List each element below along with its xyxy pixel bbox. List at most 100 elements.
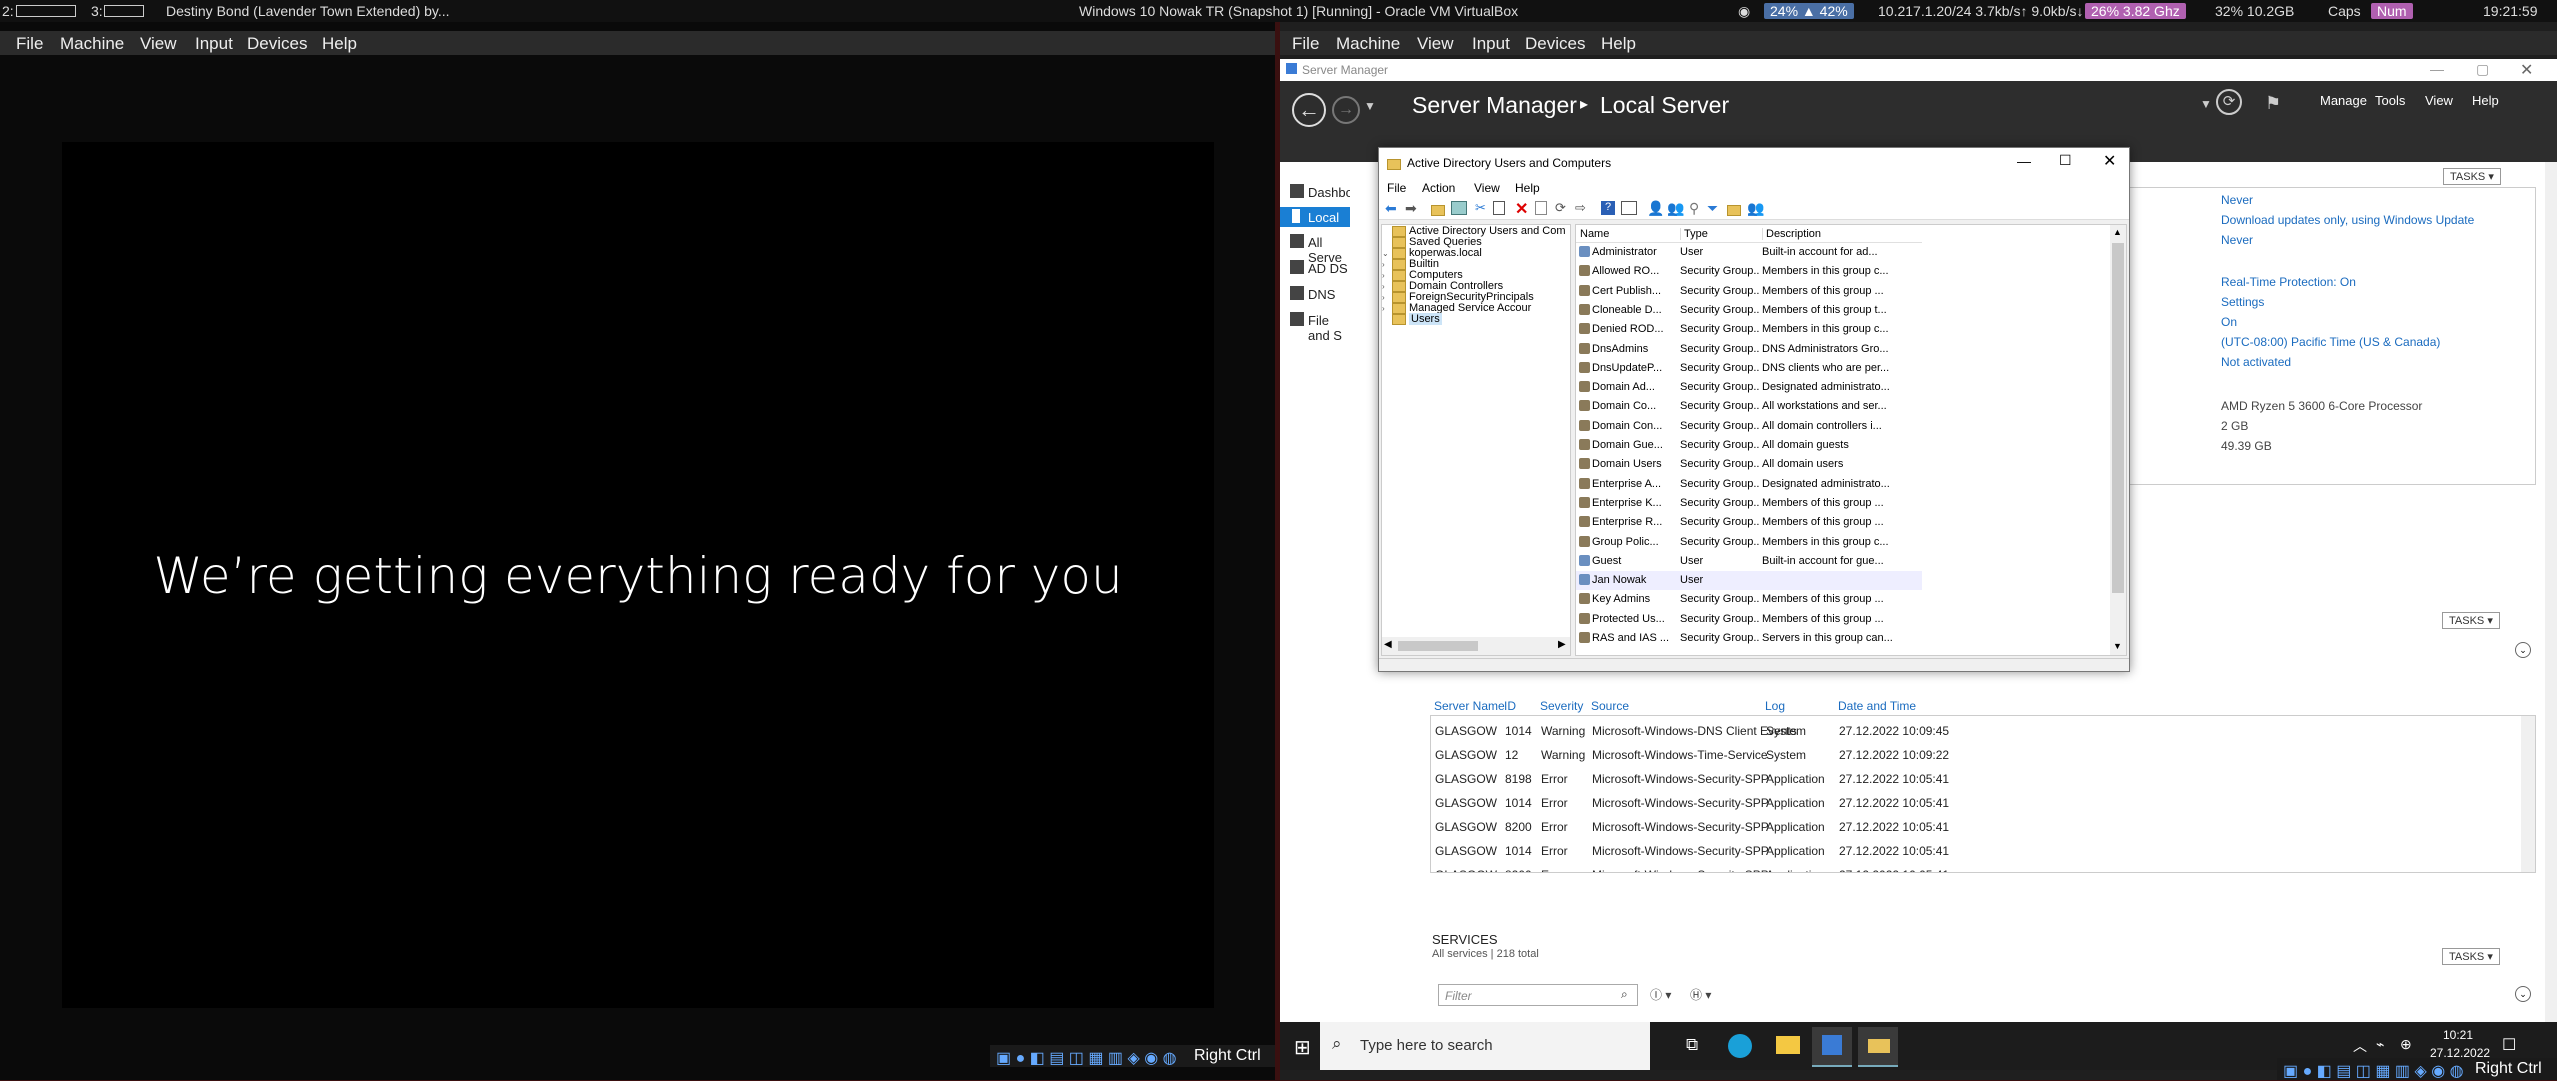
ad-list-row[interactable]: Protected Us... Security Group... Members … — [1576, 610, 1922, 629]
ad-list-row[interactable]: Enterprise A... Security Group... Designat… — [1576, 475, 1922, 494]
find-icon[interactable]: ⚲ — [1689, 200, 1699, 217]
ad-list-row[interactable]: Enterprise R... Security Group... Members … — [1576, 513, 1922, 532]
col-id[interactable]: ID — [1504, 699, 1516, 713]
ad-list-row[interactable]: Cloneable D... Security Group... Members o… — [1576, 301, 1922, 320]
property-link[interactable]: Not activated — [2221, 355, 2291, 369]
event-row[interactable]: GLASGOW 8198 Error Microsoft-Windows-Securi… — [1431, 768, 2519, 792]
tree-item[interactable]: › Domain Controllers — [1382, 280, 1570, 292]
menu-machine[interactable]: Machine — [1336, 34, 1400, 54]
event-row[interactable]: GLASGOW 1014 Error Microsoft-Windows-Securi… — [1431, 792, 2519, 816]
ad-close-icon[interactable]: ✕ — [2103, 151, 2116, 171]
properties-tasks-button[interactable]: TASKS ▾ — [2443, 168, 2501, 185]
menu-help[interactable]: Help — [2472, 93, 2499, 108]
event-row[interactable]: GLASGOW 8200 Error Microsoft-Windows-Securi… — [1431, 864, 2519, 872]
services-collapse-icon[interactable]: ⌄ — [2515, 986, 2531, 1002]
sidebar-item-dashboard[interactable]: Dashboa — [1280, 182, 1360, 202]
new-ou-icon[interactable] — [1727, 202, 1741, 220]
expand-arrow-icon[interactable]: › — [1382, 271, 1392, 280]
ad-list-row[interactable]: Domain Gue... Security Group... All domain… — [1576, 436, 1922, 455]
ad-list-row[interactable]: Cert Publish... Security Group... Members … — [1576, 282, 1922, 301]
tree-horizontal-scrollbar[interactable]: ◀ ▶ — [1382, 637, 1570, 655]
menu-machine[interactable]: Machine — [60, 34, 124, 54]
menu-devices[interactable]: Devices — [1525, 34, 1585, 54]
maximize-icon[interactable]: ▢ — [2476, 61, 2489, 78]
taskbar-time[interactable]: 10:21 — [2443, 1028, 2473, 1042]
back-arrow-icon[interactable]: ⬅ — [1385, 200, 1397, 217]
search-icon[interactable]: ⌕ — [1621, 987, 1628, 1002]
property-link[interactable]: (UTC-08:00) Pacific Time (US & Canada) — [2221, 335, 2440, 349]
refresh-dropdown-icon[interactable]: ▼ — [2200, 97, 2212, 111]
menu-tools[interactable]: Tools — [2375, 93, 2405, 108]
ad-list-row[interactable]: Enterprise K... Security Group... Members … — [1576, 494, 1922, 513]
event-row[interactable]: GLASGOW 1014 Error Microsoft-Windows-Securi… — [1431, 840, 2519, 864]
expand-arrow-icon[interactable]: › — [1382, 260, 1392, 269]
workspace-3[interactable]: 3: — [91, 3, 103, 19]
delegate-icon[interactable]: 👥 — [1747, 200, 1764, 217]
ad-menu-help[interactable]: Help — [1515, 181, 1540, 195]
sidebar-item-all-servers[interactable]: All Serve — [1280, 232, 1350, 265]
taskbar-ad-users[interactable] — [1858, 1027, 1898, 1067]
event-row[interactable]: GLASGOW 1014 Warning Microsoft-Windows-DNS … — [1431, 720, 2519, 744]
list-vertical-scrollbar[interactable]: ▲ ▼ — [2110, 225, 2126, 655]
events-scrollbar[interactable] — [2521, 716, 2535, 872]
event-row[interactable]: GLASGOW 12 Warning Microsoft-Windows-Time-S… — [1431, 744, 2519, 768]
file-explorer-icon[interactable] — [1776, 1036, 1800, 1054]
expand-arrow-icon[interactable]: › — [1382, 293, 1392, 302]
menu-file[interactable]: File — [1292, 34, 1319, 54]
col-server-name[interactable]: Server Name — [1434, 699, 1505, 713]
notifications-icon[interactable]: ☐ — [2502, 1035, 2516, 1055]
ad-menu-action[interactable]: Action — [1422, 181, 1455, 195]
col-description[interactable]: Description — [1762, 228, 1821, 240]
tree-item[interactable]: Active Directory Users and Com — [1382, 225, 1570, 237]
refresh-icon[interactable]: ⟳ — [1555, 200, 1566, 216]
show-tree-icon[interactable] — [1451, 201, 1467, 215]
tray-chevron-icon[interactable]: ︿ — [2353, 1036, 2367, 1056]
ad-list-row[interactable]: Group Polic... Security Group... Members i… — [1576, 533, 1922, 552]
services-tasks-button[interactable]: TASKS ▾ — [2442, 948, 2500, 965]
events-tasks-button[interactable]: TASKS ▾ — [2442, 612, 2500, 629]
ad-list-row[interactable]: Administrator User Built-in account for ad… — [1576, 243, 1922, 262]
tree-item[interactable]: Saved Queries — [1382, 236, 1570, 248]
col-severity[interactable]: Severity — [1540, 699, 1583, 713]
refresh-icon[interactable]: ⟳ — [2216, 89, 2242, 115]
main-scrollbar[interactable] — [2545, 162, 2557, 1022]
events-collapse-icon[interactable]: ⌄ — [2515, 642, 2531, 658]
property-link[interactable]: Download updates only, using Windows Upd… — [2221, 213, 2474, 227]
property-link[interactable]: On — [2221, 315, 2237, 329]
taskbar-search[interactable]: ⌕ Type here to search — [1320, 1022, 1650, 1070]
ad-list-row[interactable]: RAS and IAS ... Security Group... Servers … — [1576, 629, 1922, 648]
filter-icon[interactable]: ⏷ — [1707, 200, 1718, 217]
menu-view[interactable]: View — [140, 34, 177, 54]
menu-help[interactable]: Help — [1601, 34, 1636, 54]
col-date-time[interactable]: Date and Time — [1838, 699, 1916, 713]
help-icon[interactable]: ? — [1601, 201, 1615, 215]
new-user-icon[interactable]: 👤 — [1647, 200, 1664, 217]
edge-icon[interactable] — [1728, 1034, 1752, 1058]
filter-options-icon[interactable]: Ⓘ ▾ — [1650, 986, 1671, 1003]
property-link[interactable]: Settings — [2221, 295, 2264, 309]
list-scroll-thumb[interactable] — [2112, 243, 2124, 593]
ad-list-row[interactable]: Domain Co... Security Group... All worksta… — [1576, 397, 1922, 416]
ad-menu-view[interactable]: View — [1474, 181, 1500, 195]
ad-list-row[interactable]: DnsAdmins Security Group... DNS Administra… — [1576, 340, 1922, 359]
menu-input[interactable]: Input — [1472, 34, 1510, 54]
sidebar-item-ad-ds[interactable]: AD DS — [1280, 258, 1350, 278]
minimize-icon[interactable]: — — [2430, 61, 2444, 77]
export-icon[interactable]: ⇨ — [1575, 200, 1586, 216]
ad-list-row[interactable]: Guest User Built-in account for gue... — [1576, 552, 1922, 571]
save-query-icon[interactable]: Ⓗ ▾ — [1690, 986, 1711, 1003]
col-source[interactable]: Source — [1591, 699, 1629, 713]
sidebar-item-dns[interactable]: DNS — [1280, 284, 1350, 304]
new-group-icon[interactable]: 👥 — [1667, 200, 1684, 217]
property-link[interactable]: Never — [2221, 233, 2253, 247]
col-log[interactable]: Log — [1765, 699, 1785, 713]
close-icon[interactable]: ✕ — [2520, 60, 2533, 80]
history-dropdown-icon[interactable]: ▼ — [1364, 99, 1376, 113]
tree-item[interactable]: › Managed Service Accour — [1382, 302, 1570, 314]
back-icon[interactable]: ← — [1292, 93, 1326, 127]
taskbar-server-manager[interactable] — [1812, 1027, 1852, 1067]
menu-view[interactable]: View — [2425, 93, 2453, 108]
properties-icon[interactable] — [1535, 201, 1547, 215]
sidebar-item-local-server[interactable]: Local Ser — [1280, 207, 1350, 240]
workspace-2[interactable]: 2: — [2, 3, 14, 19]
